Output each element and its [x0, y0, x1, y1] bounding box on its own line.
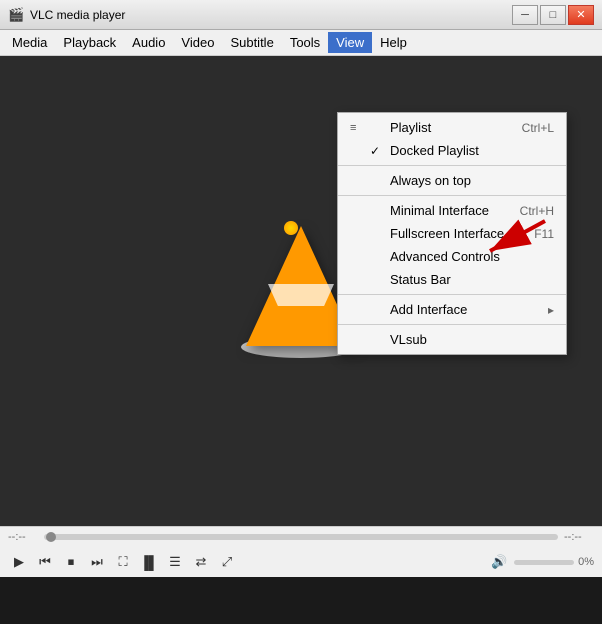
bottom-bar: --:-- --:-- ▶ ⏮ ⏹ ⏭ ⛶ ▐▌ ☰ ⇄ ⤢ 🔊 0% — [0, 526, 602, 577]
window-controls: ─ □ ✕ — [512, 5, 594, 25]
fullscreen-icon — [350, 228, 366, 240]
add-interface-check — [370, 303, 386, 317]
fullscreen-button[interactable]: ⛶ — [112, 551, 134, 573]
close-button[interactable]: ✕ — [568, 5, 594, 25]
extended-button[interactable]: ▐▌ — [138, 551, 160, 573]
seek-bar[interactable] — [44, 534, 558, 540]
add-interface-label: Add Interface — [390, 302, 538, 317]
divider-2 — [338, 195, 566, 196]
time-end: --:-- — [564, 531, 594, 543]
vlsub-icon — [350, 334, 366, 346]
stop-button[interactable]: ⏹ — [60, 551, 82, 573]
maximize-button[interactable]: □ — [540, 5, 566, 25]
playlist-shortcut: Ctrl+L — [522, 121, 554, 135]
time-start: --:-- — [8, 531, 38, 543]
minimal-shortcut: Ctrl+H — [520, 204, 554, 218]
menu-subtitle[interactable]: Subtitle — [222, 32, 281, 53]
menu-help[interactable]: Help — [372, 32, 415, 53]
cone-tip — [284, 221, 298, 235]
docked-icon — [350, 145, 366, 157]
divider-1 — [338, 165, 566, 166]
advanced-icon — [350, 251, 366, 263]
volume-section: 🔊 0% — [488, 551, 594, 573]
menu-item-minimal-interface[interactable]: Minimal Interface Ctrl+H — [338, 199, 566, 222]
minimize-button[interactable]: ─ — [512, 5, 538, 25]
playlist-check — [370, 121, 386, 135]
advanced-label: Advanced Controls — [390, 249, 544, 264]
menu-tools[interactable]: Tools — [282, 32, 328, 53]
fullscreen-label: Fullscreen Interface — [390, 226, 524, 241]
status-bar-label: Status Bar — [390, 272, 544, 287]
divider-4 — [338, 324, 566, 325]
minimal-icon — [350, 205, 366, 217]
status-bar-icon — [350, 274, 366, 286]
playlist-label: Playlist — [390, 120, 512, 135]
menu-item-playlist[interactable]: ≡ Playlist Ctrl+L — [338, 116, 566, 139]
menu-bar: Media Playback Audio Video Subtitle Tool… — [0, 30, 602, 56]
window-title: VLC media player — [30, 8, 512, 22]
fullscreen-check — [370, 227, 386, 241]
menu-item-docked-playlist[interactable]: ✓ Docked Playlist — [338, 139, 566, 162]
advanced-check — [370, 250, 386, 264]
loop-button[interactable]: ⇄ — [190, 551, 212, 573]
content-area: ≡ Playlist Ctrl+L ✓ Docked Playlist Alwa… — [0, 56, 602, 526]
random-button[interactable]: ⤢ — [216, 551, 238, 573]
docked-label: Docked Playlist — [390, 143, 544, 158]
vlsub-check — [370, 333, 386, 347]
menu-item-advanced-controls[interactable]: Advanced Controls — [338, 245, 566, 268]
cone-stripe — [268, 284, 334, 306]
menu-item-vlsub[interactable]: VLsub — [338, 328, 566, 351]
minimal-label: Minimal Interface — [390, 203, 510, 218]
always-on-top-check — [370, 174, 386, 188]
title-bar: 🎬 VLC media player ─ □ ✕ — [0, 0, 602, 30]
menu-item-always-on-top[interactable]: Always on top — [338, 169, 566, 192]
docked-check: ✓ — [370, 144, 386, 158]
status-bar-check — [370, 273, 386, 287]
menu-item-fullscreen-interface[interactable]: Fullscreen Interface F11 — [338, 222, 566, 245]
add-interface-shortcut: ▸ — [548, 303, 554, 317]
menu-playback[interactable]: Playback — [55, 32, 124, 53]
playlist-icon: ≡ — [350, 122, 366, 134]
seek-thumb[interactable] — [46, 532, 56, 542]
menu-view[interactable]: View — [328, 32, 372, 53]
vlsub-label: VLsub — [390, 332, 544, 347]
always-on-top-icon — [350, 175, 366, 187]
controls-row: ▶ ⏮ ⏹ ⏭ ⛶ ▐▌ ☰ ⇄ ⤢ 🔊 0% — [0, 547, 602, 577]
menu-audio[interactable]: Audio — [124, 32, 173, 53]
divider-3 — [338, 294, 566, 295]
play-button[interactable]: ▶ — [8, 551, 30, 573]
menu-media[interactable]: Media — [4, 32, 55, 53]
volume-label: 0% — [578, 556, 594, 568]
minimal-check — [370, 204, 386, 218]
playlist-toggle-button[interactable]: ☰ — [164, 551, 186, 573]
fullscreen-shortcut: F11 — [534, 227, 554, 241]
prev-button[interactable]: ⏮ — [34, 551, 56, 573]
menu-item-add-interface[interactable]: Add Interface ▸ — [338, 298, 566, 321]
app-icon: 🎬 — [8, 7, 24, 23]
view-dropdown-menu: ≡ Playlist Ctrl+L ✓ Docked Playlist Alwa… — [337, 112, 567, 355]
always-on-top-label: Always on top — [390, 173, 544, 188]
menu-item-status-bar[interactable]: Status Bar — [338, 268, 566, 291]
volume-bar[interactable] — [514, 560, 574, 565]
menu-video[interactable]: Video — [173, 32, 222, 53]
next-button[interactable]: ⏭ — [86, 551, 108, 573]
seek-bar-row: --:-- --:-- — [0, 527, 602, 547]
add-interface-icon — [350, 304, 366, 316]
mute-button[interactable]: 🔊 — [488, 551, 510, 573]
